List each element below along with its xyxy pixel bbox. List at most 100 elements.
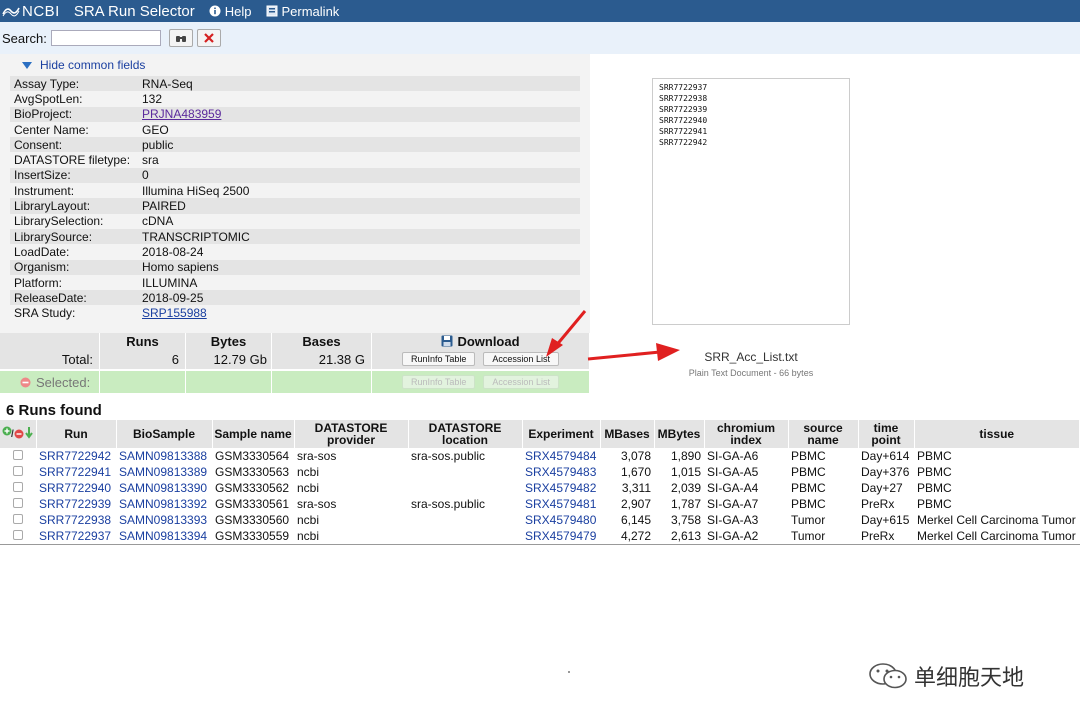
table-cell: 3,078 bbox=[620, 449, 651, 463]
row-select-cell bbox=[0, 512, 36, 528]
table-row[interactable]: SRR7722940 SAMN09813390 GSM3330562 ncbi SRX4… bbox=[0, 480, 1080, 496]
table-cell: PBMC bbox=[791, 449, 826, 463]
table-cell: Day+27 bbox=[861, 481, 903, 495]
table-cell bbox=[408, 528, 522, 545]
table-cell: PBMC bbox=[917, 497, 952, 511]
col-tissue[interactable]: tissue bbox=[914, 420, 1080, 448]
table-cell: GSM3330564 bbox=[215, 449, 290, 463]
table-cell-link[interactable]: SAMN09813392 bbox=[116, 496, 212, 512]
table-cell: Day+615 bbox=[861, 513, 910, 527]
table-cell: Merkel Cell Carcinoma Tumor bbox=[914, 528, 1080, 545]
table-row[interactable]: SRR7722938 SAMN09813393 GSM3330560 ncbi SRX4… bbox=[0, 512, 1080, 528]
table-cell-link[interactable]: SRX4579484 bbox=[522, 448, 600, 464]
table-cell: SI-GA-A5 bbox=[707, 465, 759, 479]
row-checkbox[interactable] bbox=[13, 466, 23, 476]
col-mbases[interactable]: MBases bbox=[600, 420, 655, 448]
table-cell-link[interactable]: SRR7722940 bbox=[36, 480, 116, 496]
col-datastore-location[interactable]: DATASTORE location bbox=[408, 420, 523, 448]
table-cell: SI-GA-A7 bbox=[707, 497, 759, 511]
table-cell-link[interactable]: SRX4579483 bbox=[522, 464, 600, 480]
table-cell-link[interactable]: SRX4579482 bbox=[522, 480, 600, 496]
svg-text:/: / bbox=[11, 429, 14, 440]
table-cell: GSM3330559 bbox=[212, 528, 294, 545]
col-biosample[interactable]: BioSample bbox=[116, 420, 213, 448]
row-select-cell bbox=[0, 528, 36, 545]
table-cell-link[interactable]: SAMN09813394 bbox=[116, 528, 212, 545]
row-checkbox[interactable] bbox=[13, 450, 23, 460]
table-cell: 1,015 bbox=[670, 465, 701, 479]
col-mbytes[interactable]: MBytes bbox=[654, 420, 705, 448]
row-select-cell bbox=[0, 480, 36, 496]
row-checkbox[interactable] bbox=[13, 514, 23, 524]
table-row[interactable]: SRR7722939 SAMN09813392 GSM3330561 sra-sos s… bbox=[0, 496, 1080, 512]
col-source-name[interactable]: source name bbox=[788, 420, 859, 448]
arrow-to-file bbox=[587, 350, 661, 361]
table-cell: PBMC bbox=[917, 465, 952, 479]
table-cell-link[interactable]: SRR7722939 bbox=[36, 496, 116, 512]
row-checkbox[interactable] bbox=[13, 482, 23, 492]
table-row[interactable]: SRR7722941 SAMN09813389 GSM3330563 ncbi SRX4… bbox=[0, 464, 1080, 480]
runs-table: / Run BioSample Sample name DATASTORE pr… bbox=[0, 420, 1080, 545]
table-cell-link[interactable]: SRR7722938 bbox=[36, 512, 116, 528]
table-cell-link[interactable]: SAMN09813388 bbox=[116, 448, 212, 464]
table-cell: GSM3330560 bbox=[215, 513, 290, 527]
table-cell-link[interactable]: SAMN09813389 bbox=[116, 464, 212, 480]
table-cell: 2,039 bbox=[670, 481, 701, 495]
table-cell: ncbi bbox=[294, 528, 408, 545]
table-cell: 2,907 bbox=[620, 497, 651, 511]
table-cell: PBMC bbox=[917, 449, 952, 463]
table-cell: GSM3330563 bbox=[215, 465, 290, 479]
col-chromium-index[interactable]: chromium index bbox=[704, 420, 789, 448]
wechat-icon bbox=[869, 663, 907, 689]
table-cell: 6,145 bbox=[620, 513, 651, 527]
row-select-cell bbox=[0, 448, 36, 464]
table-cell bbox=[408, 480, 522, 496]
table-cell bbox=[408, 464, 522, 480]
table-cell-link[interactable]: SRR7722942 bbox=[36, 448, 116, 464]
table-cell-link[interactable]: SRX4579481 bbox=[522, 496, 600, 512]
arrow-head-icon bbox=[656, 343, 680, 361]
watermark: 单细胞天地 bbox=[868, 660, 1024, 692]
table-cell: PBMC bbox=[791, 497, 826, 511]
col-sample-name[interactable]: Sample name bbox=[212, 420, 295, 448]
table-cell: Merkel Cell Carcinoma Tumor bbox=[917, 513, 1076, 527]
table-cell: sra-sos.public bbox=[411, 449, 486, 463]
table-cell-link[interactable]: SAMN09813393 bbox=[116, 512, 212, 528]
table-cell: Day+614 bbox=[861, 449, 910, 463]
table-cell: sra-sos.public bbox=[411, 497, 486, 511]
table-cell bbox=[408, 512, 522, 528]
table-cell-link[interactable]: SAMN09813390 bbox=[116, 480, 212, 496]
table-cell: ncbi bbox=[297, 481, 320, 495]
annotation-arrows bbox=[546, 310, 680, 361]
table-cell: sra-sos bbox=[297, 449, 337, 463]
table-cell-link[interactable]: SRX4579479 bbox=[522, 528, 600, 545]
row-checkbox[interactable] bbox=[13, 529, 23, 540]
table-row[interactable]: SRR7722937 SAMN09813394 GSM3330559 ncbi SRX4… bbox=[0, 528, 1080, 545]
row-select-cell bbox=[0, 464, 36, 480]
watermark-text: 单细胞天地 bbox=[914, 665, 1025, 690]
select-all-header[interactable]: / bbox=[0, 420, 37, 448]
table-cell: 1,787 bbox=[670, 497, 701, 511]
table-cell: SI-GA-A4 bbox=[707, 481, 759, 495]
table-cell-link[interactable]: SRX4579480 bbox=[522, 512, 600, 528]
runs-found-heading: 6 Runs found bbox=[6, 402, 102, 419]
col-run[interactable]: Run bbox=[36, 420, 117, 448]
table-cell: Tumor bbox=[791, 513, 826, 527]
row-select-cell bbox=[0, 496, 36, 512]
table-cell: 2,613 bbox=[654, 528, 704, 545]
table-cell-link[interactable]: SRR7722937 bbox=[36, 528, 116, 545]
runs-header-row: / Run BioSample Sample name DATASTORE pr… bbox=[0, 420, 1080, 448]
table-cell: 3,758 bbox=[670, 513, 701, 527]
col-time-point[interactable]: time point bbox=[858, 420, 915, 448]
table-cell: ncbi bbox=[297, 465, 320, 479]
table-cell: GSM3330562 bbox=[215, 481, 290, 495]
col-datastore-provider[interactable]: DATASTORE provider bbox=[294, 420, 409, 448]
select-toggle-icons[interactable]: / bbox=[1, 426, 35, 440]
table-row[interactable]: SRR7722942 SAMN09813388 GSM3330564 sra-sos s… bbox=[0, 448, 1080, 464]
table-cell: PBMC bbox=[791, 465, 826, 479]
table-cell: ncbi bbox=[297, 513, 320, 527]
row-checkbox[interactable] bbox=[13, 498, 23, 508]
table-cell: Day+376 bbox=[861, 465, 910, 479]
col-experiment[interactable]: Experiment bbox=[522, 420, 601, 448]
table-cell-link[interactable]: SRR7722941 bbox=[36, 464, 116, 480]
